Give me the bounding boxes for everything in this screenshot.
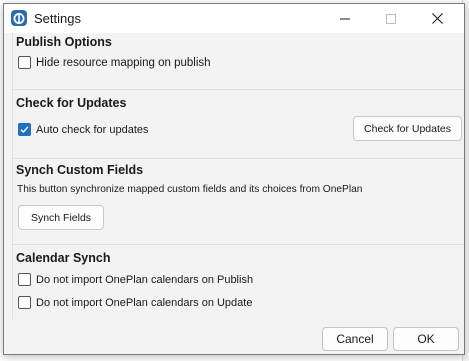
synch-custom-fields-section: Synch Custom Fields This button synchron…: [12, 157, 464, 245]
minimize-icon: [340, 18, 350, 19]
auto-check-updates-option[interactable]: Auto check for updates: [18, 123, 149, 136]
auto-check-updates-checkbox[interactable]: [18, 123, 31, 136]
hide-resource-mapping-option[interactable]: Hide resource mapping on publish: [18, 56, 211, 69]
maximize-icon: [386, 13, 396, 24]
check-updates-title: Check for Updates: [16, 96, 127, 110]
publish-options-title: Publish Options: [16, 35, 112, 49]
synch-custom-fields-title: Synch Custom Fields: [16, 163, 144, 177]
oneplan-logo-icon: [11, 10, 27, 26]
hide-resource-mapping-label: Hide resource mapping on publish: [36, 56, 211, 69]
close-icon: [431, 13, 443, 24]
settings-content: Publish Options Hide resource mapping on…: [12, 33, 464, 319]
publish-options-section: Publish Options Hide resource mapping on…: [12, 33, 464, 90]
no-import-publish-checkbox[interactable]: [18, 273, 31, 286]
no-import-update-option[interactable]: Do not import OnePlan calendars on Updat…: [18, 296, 252, 309]
minimize-button[interactable]: [322, 4, 368, 33]
calendar-synch-title: Calendar Synch: [16, 251, 111, 265]
settings-dialog: Settings Publish Options Hide resource m…: [3, 3, 465, 355]
synch-fields-description: This button synchronize mapped custom fi…: [17, 184, 363, 195]
synch-fields-button[interactable]: Synch Fields: [18, 205, 104, 230]
no-import-update-label: Do not import OnePlan calendars on Updat…: [36, 296, 253, 309]
no-import-publish-option[interactable]: Do not import OnePlan calendars on Publi…: [18, 273, 253, 286]
auto-check-updates-label: Auto check for updates: [36, 123, 149, 136]
check-for-updates-button[interactable]: Check for Updates: [353, 116, 462, 141]
no-import-update-checkbox[interactable]: [18, 296, 31, 309]
title-bar[interactable]: Settings: [4, 4, 464, 33]
checkmark-icon: [20, 126, 29, 133]
cancel-button[interactable]: Cancel: [322, 327, 388, 351]
no-import-publish-label: Do not import OnePlan calendars on Publi…: [36, 273, 254, 286]
close-button[interactable]: [414, 4, 460, 33]
ok-button[interactable]: OK: [393, 327, 459, 351]
calendar-synch-section: Calendar Synch Do not import OnePlan cal…: [12, 244, 464, 319]
hide-resource-mapping-checkbox[interactable]: [18, 56, 31, 69]
maximize-button[interactable]: [368, 4, 414, 33]
window-title: Settings: [34, 11, 81, 26]
check-updates-section: Check for Updates Auto check for updates…: [12, 89, 464, 159]
